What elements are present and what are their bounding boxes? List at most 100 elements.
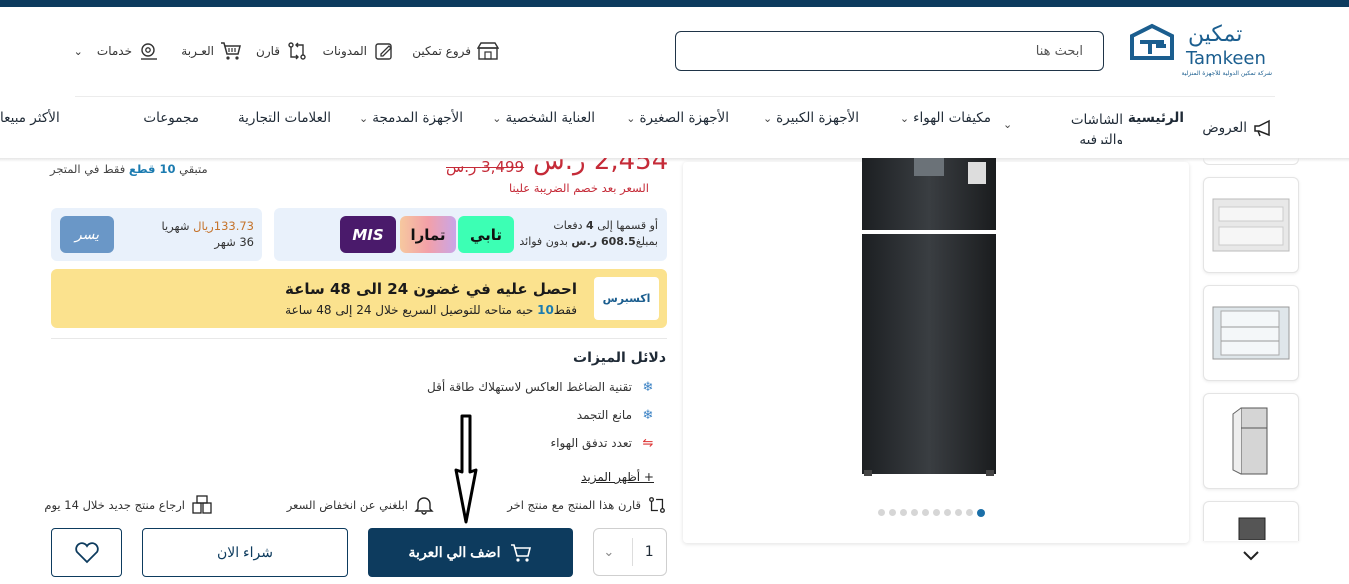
- compare-arrows-icon: [288, 42, 306, 60]
- compare-link[interactable]: قارن: [256, 40, 308, 62]
- feature-label: تعدد تدفق الهواء: [550, 436, 632, 450]
- nav-ac[interactable]: مكيفات الهواء ⌄: [900, 110, 991, 126]
- fridge-shelves-thumb-icon: [1212, 306, 1290, 360]
- express-title: احصل عليه في غضون 24 الى 48 ساعة: [285, 280, 577, 298]
- price-overlap-mask: [0, 144, 1349, 158]
- tabby-logo[interactable]: تابي: [458, 216, 514, 253]
- nav-offers-label: العروض: [1202, 120, 1247, 136]
- thumbnail-4[interactable]: [1203, 393, 1299, 489]
- nav-screens-chevron[interactable]: ⌄: [1003, 118, 1012, 131]
- return-policy-label: ارجاع منتج جديد خلال 14 يوم: [44, 498, 185, 512]
- express-logo: اكسبرس: [594, 277, 659, 320]
- product-image[interactable]: [858, 158, 1000, 478]
- add-to-cart-button[interactable]: اضف الي العربة: [368, 528, 573, 577]
- thumbnail-5[interactable]: [1203, 501, 1299, 541]
- thumbnail-3[interactable]: [1203, 285, 1299, 381]
- chevron-down-icon[interactable]: ⌄: [594, 545, 624, 560]
- nav-collections-label: مجموعات: [143, 110, 199, 126]
- search-input[interactable]: [676, 32, 1103, 70]
- nav-large-appliances[interactable]: الأجهزة الكبيرة ⌄: [763, 110, 859, 126]
- monthly-provider-logo[interactable]: يسر: [60, 216, 114, 253]
- gallery-dot[interactable]: [889, 509, 896, 516]
- services-menu[interactable]: خدمات ⌄: [74, 40, 160, 62]
- gallery-dot[interactable]: [878, 509, 885, 516]
- cart-icon: [511, 543, 532, 562]
- fridge-open-thumb-icon: [1232, 407, 1268, 475]
- nav-brands[interactable]: العلامات التجارية: [238, 110, 331, 126]
- gallery-dot[interactable]: [944, 509, 951, 516]
- chevron-down-icon: ⌄: [73, 44, 83, 58]
- search-box[interactable]: [675, 31, 1104, 71]
- tamara-logo[interactable]: تمارا: [400, 216, 456, 253]
- blog-edit-icon: [375, 43, 392, 60]
- cart-link[interactable]: العـربة: [181, 40, 242, 62]
- services-label: خدمات: [96, 44, 132, 58]
- buy-now-label: شراء الان: [217, 544, 273, 560]
- installments-text: أو قسمها إلى 4 دفعات بمبلغ608.5 ر.س بدون…: [519, 218, 658, 250]
- gallery-dot[interactable]: [911, 509, 918, 516]
- logo-tagline: شركة تمكين الدولية للأجهزة المنزلية: [1181, 70, 1272, 77]
- nav-built-in-label: الأجهزة المدمجة: [372, 110, 463, 126]
- monthly-period: شهريا: [161, 219, 190, 233]
- nav-screens-label: الشاشات والترفيه: [1070, 112, 1123, 148]
- monthly-amount: 133.73ريال: [193, 219, 254, 233]
- chevron-down-icon: ⌄: [899, 111, 910, 125]
- heart-icon: [74, 541, 99, 563]
- nav-small-appliances[interactable]: الأجهزة الصغيرة ⌄: [626, 110, 729, 126]
- nav-personal-care[interactable]: العناية الشخصية ⌄: [492, 110, 595, 126]
- fridge-interior-thumb-icon: [1212, 198, 1290, 252]
- thumbnails-scroll-down[interactable]: [1240, 546, 1262, 564]
- gallery-dot-active[interactable]: [977, 508, 985, 517]
- installments-count: 4: [586, 219, 594, 232]
- compare-arrows-icon: [649, 497, 665, 513]
- gallery-dot[interactable]: [900, 509, 907, 516]
- quantity-selector[interactable]: ⌄ 1: [593, 528, 667, 576]
- blogs-label: المدونات: [322, 44, 367, 58]
- show-more-link[interactable]: + أظهر المزيد: [581, 470, 654, 484]
- return-policy-link[interactable]: ارجاع منتج جديد خلال 14 يوم: [44, 495, 213, 515]
- compare-label: قارن: [256, 44, 280, 58]
- price-alert-label: ابلغني عن انخفاض السعر: [286, 498, 408, 512]
- nav-ac-label: مكيفات الهواء: [913, 110, 991, 126]
- gallery-dot[interactable]: [966, 509, 973, 516]
- stock-count: 10 قطع: [128, 162, 176, 176]
- price-alert-link[interactable]: ابلغني عن انخفاض السعر: [287, 495, 434, 515]
- wishlist-button[interactable]: [51, 528, 122, 577]
- tamkeen-logo[interactable]: تمكين Tamkeen شركة تمكين الدولية للأجهزة…: [1128, 22, 1274, 82]
- thumbnail-2[interactable]: [1203, 177, 1299, 273]
- bell-icon: [414, 497, 434, 515]
- nav-offers[interactable]: العروض: [1202, 118, 1273, 138]
- quantity-value[interactable]: 1: [633, 544, 666, 560]
- blogs-link[interactable]: المدونات: [323, 40, 395, 62]
- compare-product-link[interactable]: قارن هذا المنتج مع منتج اخر: [507, 495, 667, 515]
- buy-now-button[interactable]: شراء الان: [142, 528, 348, 577]
- compare-product-label: قارن هذا المنتج مع منتج اخر: [507, 498, 641, 512]
- nav-home[interactable]: الرئيسية: [1128, 110, 1184, 126]
- gallery-dot[interactable]: [933, 509, 940, 516]
- installments-box: أو قسمها إلى 4 دفعات بمبلغ608.5 ر.س بدون…: [274, 208, 667, 261]
- airflow-icon: ⇋: [642, 435, 654, 451]
- cart-label: العـربة: [181, 44, 214, 58]
- branches-label: فروع تمكين: [412, 44, 471, 58]
- feature-label: مانع التجمد: [576, 408, 632, 422]
- stock-info: متبقي 10 قطع فقط في المتجر: [50, 162, 208, 176]
- branches-link[interactable]: فروع تمكين: [412, 40, 499, 62]
- chevron-down-icon: ⌄: [762, 111, 773, 125]
- thumbnail-partial[interactable]: [1203, 158, 1299, 165]
- nav-brands-label: العلامات التجارية: [237, 110, 331, 126]
- installments-line2-suffix: بدون فوائد: [519, 235, 568, 248]
- installments-line1-prefix: أو قسمها إلى: [597, 219, 658, 232]
- add-to-cart-label: اضف الي العربة: [408, 544, 501, 560]
- gallery-dot[interactable]: [955, 509, 962, 516]
- gallery-dot[interactable]: [922, 509, 929, 516]
- nav-collections[interactable]: مجموعات: [143, 110, 199, 126]
- feature-item: ⇋ تعدد تدفق الهواء: [551, 435, 656, 451]
- chevron-down-icon: ⌄: [1003, 118, 1013, 131]
- store-icon: [477, 42, 499, 60]
- nav-small-label: الأجهزة الصغيرة: [639, 110, 729, 126]
- mis-logo[interactable]: MIS: [340, 216, 396, 253]
- nav-built-in[interactable]: الأجهزة المدمجة ⌄: [359, 110, 463, 126]
- express-sub-suffix: حبه متاحه للتوصيل السريع خلال 24 إلى 48 …: [285, 303, 534, 317]
- nav-best-sellers[interactable]: الأكثر مبيعا: [0, 110, 60, 126]
- stock-suffix: فقط في المتجر: [50, 162, 126, 176]
